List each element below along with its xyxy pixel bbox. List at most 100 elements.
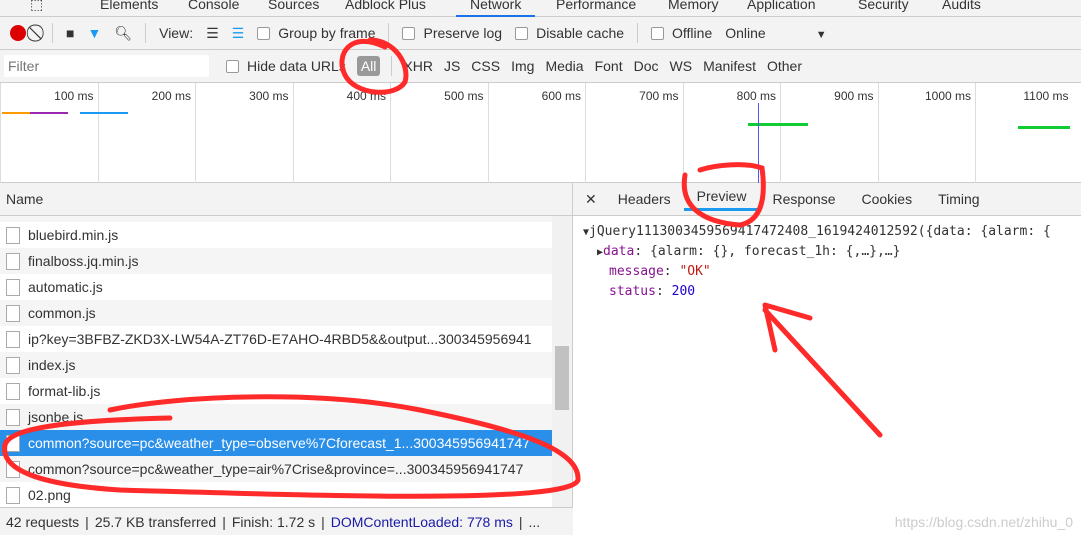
request-row[interactable]: ip?key=3BFBZ-ZKD3X-LW54A-ZT76D-E7AHO-4RB… — [0, 326, 552, 352]
timeline-tick: 900 ms — [780, 83, 878, 183]
close-icon[interactable]: ✕ — [581, 191, 605, 208]
document-file-icon — [6, 304, 20, 322]
tab-audits[interactable]: Audits — [942, 0, 981, 12]
type-filter-media[interactable]: Media — [545, 58, 583, 74]
tab-console[interactable]: Console — [188, 0, 239, 12]
group-by-frame-checkbox[interactable]: Group by frame — [257, 25, 375, 41]
name-column-header[interactable]: Name — [0, 183, 572, 216]
tab-network[interactable]: Network — [456, 0, 536, 18]
type-filter-img[interactable]: Img — [511, 58, 534, 74]
document-file-icon — [6, 434, 20, 452]
request-row[interactable]: 02.png — [0, 482, 552, 507]
more: ... — [528, 513, 541, 530]
json-root[interactable]: ▼jQuery111300345956941747​2408_161942401… — [583, 222, 1081, 242]
request-name: format-lib.js — [28, 383, 101, 399]
tab-cookies[interactable]: Cookies — [849, 191, 926, 207]
timeline-bar — [2, 112, 30, 114]
type-filter-xhr[interactable]: XHR — [403, 58, 433, 74]
request-row[interactable]: bluebird.min.js — [0, 222, 552, 248]
tab-preview[interactable]: Preview — [683, 188, 760, 211]
type-filter-ws[interactable]: WS — [670, 58, 693, 74]
inspect-icon[interactable]: ⬚ — [30, 0, 43, 13]
tab-headers[interactable]: Headers — [605, 191, 684, 207]
network-toolbar: ⃠ ■ ▼ 🔍︎ View: ☰ ☰ Group by frame Preser… — [0, 17, 1081, 50]
screenshot-icon[interactable]: ■ — [66, 25, 74, 41]
scrollbar[interactable] — [552, 216, 572, 507]
timeline-bar — [30, 112, 68, 114]
filter-bar: Hide data URLs All XHR JS CSS Img Media … — [0, 50, 1081, 83]
throttle-select[interactable]: Online ▼ — [725, 25, 826, 41]
json-message: message: "OK" — [609, 264, 711, 279]
timeline-bar — [1018, 126, 1070, 129]
hide-data-urls-checkbox[interactable]: Hide data URLs — [226, 58, 346, 74]
document-file-icon — [6, 408, 20, 426]
timeline-tick: 400 ms — [292, 83, 391, 183]
document-file-icon — [6, 278, 20, 296]
request-name: finalboss.jq.min.js — [28, 253, 139, 269]
request-name: common.js — [28, 305, 96, 321]
request-row[interactable]: index.js — [0, 352, 552, 378]
tab-sources[interactable]: Sources — [268, 0, 319, 12]
request-row[interactable]: jsonbe.js — [0, 404, 552, 430]
type-filter-font[interactable]: Font — [595, 58, 623, 74]
document-file-icon — [6, 460, 20, 478]
network-overview-timeline[interactable]: 100 ms 200 ms 300 ms 400 ms 500 ms 600 ms 700 … — [0, 83, 1081, 183]
status-bar: 42 requests | 25.7 KB transferred | Finish… — [0, 507, 573, 535]
preserve-log-checkbox[interactable]: Preserve log — [402, 25, 502, 41]
request-name: 02.png — [28, 487, 71, 503]
tab-adblock[interactable]: Adblock Plus — [345, 0, 426, 12]
timeline-bar — [80, 112, 128, 114]
tab-timing[interactable]: Timing — [925, 191, 993, 207]
request-name: ip?key=3BFBZ-ZKD3X-LW54A-ZT76D-E7AHO-4RB… — [28, 331, 532, 347]
type-filter-js[interactable]: JS — [444, 58, 460, 74]
request-row[interactable]: automatic.js — [0, 274, 552, 300]
request-row[interactable]: common?source=pc&weather_type=air%7Crise… — [0, 456, 552, 482]
detail-tabs: ✕ Headers Preview Response Cookies Timin… — [573, 183, 1081, 216]
type-filter-all[interactable]: All — [356, 56, 381, 76]
request-name: automatic.js — [28, 279, 103, 295]
request-row[interactable]: finalboss.jq.min.js — [0, 248, 552, 274]
request-name: bluebird.min.js — [28, 227, 119, 243]
tab-application[interactable]: Application — [747, 0, 816, 12]
waterfall-view-icon[interactable]: ☰ — [232, 25, 245, 42]
dom-content-loaded: DOMContentLoaded: 778 ms — [330, 513, 513, 530]
json-status: status: 200 — [609, 284, 696, 299]
document-file-icon — [6, 356, 20, 374]
request-row[interactable]: common.js — [0, 300, 552, 326]
timeline-tick: 600 ms — [487, 83, 586, 183]
type-filter-css[interactable]: CSS — [471, 58, 500, 74]
type-filter-other[interactable]: Other — [767, 58, 802, 74]
document-file-icon — [6, 226, 20, 244]
type-filter-doc[interactable]: Doc — [634, 58, 659, 74]
tab-response[interactable]: Response — [759, 191, 848, 207]
list-view-icon[interactable]: ☰ — [206, 25, 219, 42]
timeline-tick: 300 ms — [195, 83, 293, 183]
json-preview: ▼jQuery111300345956941747​2408_161942401… — [573, 216, 1081, 302]
tab-security[interactable]: Security — [858, 0, 909, 12]
disable-cache-checkbox[interactable]: Disable cache — [515, 25, 624, 41]
timeline-tick: 1100 ms — [975, 83, 1073, 183]
request-name: jsonbe.js — [28, 409, 84, 425]
document-file-icon — [6, 382, 20, 400]
scrollbar-thumb[interactable] — [555, 346, 569, 410]
transferred-size: 25.7 KB transferred — [94, 513, 217, 530]
timeline-tick: 1000 ms — [877, 83, 976, 183]
filter-input[interactable] — [4, 55, 209, 77]
offline-checkbox[interactable]: Offline — [651, 25, 712, 41]
filter-icon[interactable]: ▼ — [87, 25, 101, 41]
timeline-tick: 200 ms — [97, 83, 196, 183]
tab-memory[interactable]: Memory — [668, 0, 719, 12]
request-name: common?source=pc&weather_type=air%7Crise… — [28, 461, 524, 477]
request-row[interactable]: format-lib.js — [0, 378, 552, 404]
json-data[interactable]: ▶data: {alarm: {}, forecast_1h: {,…},…} — [583, 242, 1081, 262]
devtools-tabs: ⬚ Elements Console Sources Adblock Plus … — [0, 0, 1081, 18]
type-filter-manifest[interactable]: Manifest — [703, 58, 756, 74]
tab-elements[interactable]: Elements — [100, 0, 158, 12]
document-file-icon — [6, 330, 20, 348]
chevron-down-icon: ▼ — [815, 29, 827, 41]
search-icon[interactable]: 🔍︎ — [114, 25, 132, 42]
request-row[interactable]: common?source=pc&weather_type=observe%7C… — [0, 430, 552, 456]
record-icon[interactable] — [10, 25, 26, 41]
request-name: common?source=pc&weather_type=observe%7C… — [28, 435, 531, 451]
tab-performance[interactable]: Performance — [556, 0, 636, 12]
